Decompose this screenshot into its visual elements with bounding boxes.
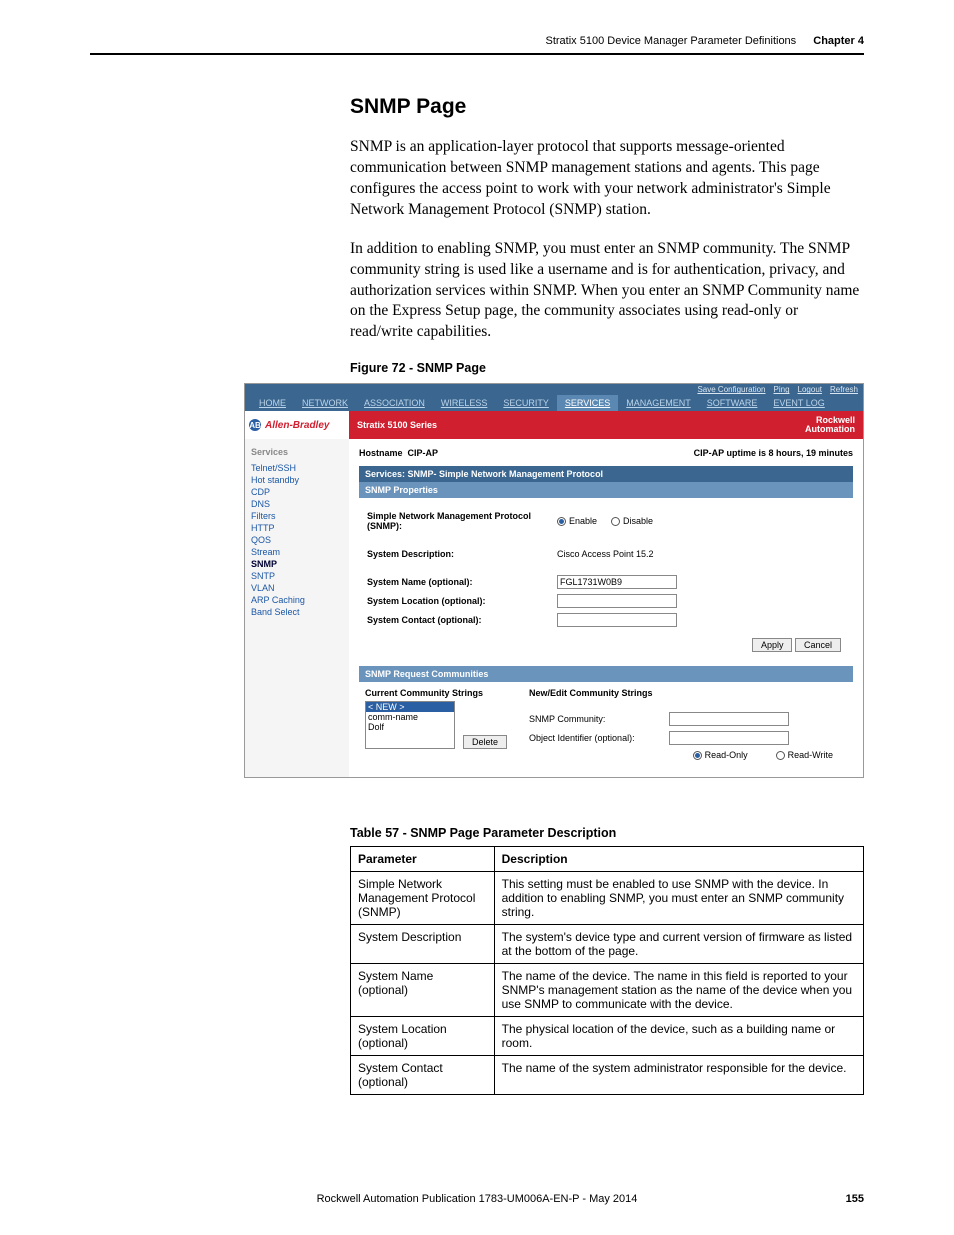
table-row: System Name (optional)The name of the de… (351, 964, 864, 1017)
sidebar-header: Services (251, 447, 343, 457)
main-menu: HOME NETWORK ASSOCIATION WIRELESS SECURI… (245, 395, 863, 411)
sidebar-stream[interactable]: Stream (251, 547, 343, 557)
uptime-text: CIP-AP uptime is 8 hours, 19 minutes (694, 448, 853, 458)
sidebar-band-select[interactable]: Band Select (251, 607, 343, 617)
community-item-new[interactable]: < NEW > (366, 702, 454, 712)
apply-button[interactable]: Apply (752, 638, 793, 652)
menu-home[interactable]: HOME (251, 395, 294, 411)
snmp-enable-radio[interactable]: Enable (557, 516, 597, 526)
section-title: SNMP Page (350, 95, 864, 119)
sidebar-http[interactable]: HTTP (251, 523, 343, 533)
system-name-input[interactable] (557, 575, 677, 589)
running-title: Stratix 5100 Device Manager Parameter De… (546, 35, 797, 47)
system-location-label: System Location (optional): (367, 596, 557, 606)
sidebar-snmp[interactable]: SNMP (251, 559, 343, 569)
sidebar-sntp[interactable]: SNTP (251, 571, 343, 581)
object-identifier-label: Object Identifier (optional): (529, 733, 669, 743)
header-rule (90, 53, 864, 55)
sidebar-dns[interactable]: DNS (251, 499, 343, 509)
figure-caption: Figure 72 - SNMP Page (350, 361, 864, 375)
system-description-label: System Description: (367, 549, 557, 559)
table-caption: Table 57 - SNMP Page Parameter Descripti… (350, 826, 864, 840)
running-header: Stratix 5100 Device Manager Parameter De… (90, 35, 864, 47)
sidebar-arp-caching[interactable]: ARP Caching (251, 595, 343, 605)
ab-text: Allen-Bradley (265, 420, 329, 431)
read-only-radio[interactable]: Read-Only (693, 750, 748, 760)
parameter-table: Parameter Description Simple Network Man… (350, 846, 864, 1095)
current-community-header: Current Community Strings (365, 688, 507, 698)
refresh-link[interactable]: Refresh (830, 385, 858, 394)
system-contact-label: System Contact (optional): (367, 615, 557, 625)
hostname-label: Hostname CIP-AP (359, 448, 438, 458)
snmp-properties-title: SNMP Properties (359, 482, 853, 498)
ab-icon: AB (249, 419, 261, 431)
community-listbox[interactable]: < NEW > comm-name Dolf (365, 701, 455, 749)
snmp-protocol-label: Simple Network Management Protocol (SNMP… (367, 511, 557, 531)
top-link-bar: Save Configuration Ping Logout Refresh (245, 384, 863, 395)
save-config-link[interactable]: Save Configuration (697, 385, 765, 394)
sidebar-qos[interactable]: QOS (251, 535, 343, 545)
snmp-screenshot: Save Configuration Ping Logout Refresh H… (244, 383, 864, 778)
system-description-value: Cisco Access Point 15.2 (557, 549, 654, 559)
community-item-1[interactable]: comm-name (366, 712, 454, 722)
menu-software[interactable]: SOFTWARE (699, 395, 766, 411)
footer-page-number: 155 (846, 1193, 864, 1205)
menu-wireless[interactable]: WIRELESS (433, 395, 496, 411)
read-write-radio[interactable]: Read-Write (776, 750, 833, 760)
page-footer: Rockwell Automation Publication 1783-UM0… (0, 1193, 954, 1205)
sidebar-cdp[interactable]: CDP (251, 487, 343, 497)
rockwell-automation-logo: Rockwell Automation (805, 416, 855, 434)
menu-eventlog[interactable]: EVENT LOG (765, 395, 832, 411)
delete-button[interactable]: Delete (463, 735, 507, 749)
logout-link[interactable]: Logout (798, 385, 822, 394)
table-header-parameter: Parameter (351, 847, 495, 872)
services-sidebar: Services Telnet/SSH Hot standby CDP DNS … (245, 439, 349, 777)
body-paragraph-2: In addition to enabling SNMP, you must e… (350, 239, 864, 344)
menu-network[interactable]: NETWORK (294, 395, 356, 411)
body-paragraph-1: SNMP is an application-layer protocol th… (350, 137, 864, 221)
table-row: System DescriptionThe system's device ty… (351, 925, 864, 964)
snmp-community-label: SNMP Community: (529, 714, 669, 724)
menu-services[interactable]: SERVICES (557, 395, 618, 411)
table-row: System Contact (optional)The name of the… (351, 1056, 864, 1095)
table-header-description: Description (494, 847, 863, 872)
community-item-2[interactable]: Dolf (366, 722, 454, 732)
ping-link[interactable]: Ping (774, 385, 790, 394)
table-row: Simple Network Management Protocol (SNMP… (351, 872, 864, 925)
running-chapter: Chapter 4 (813, 35, 864, 47)
cancel-button[interactable]: Cancel (795, 638, 841, 652)
menu-management[interactable]: MANAGEMENT (618, 395, 699, 411)
menu-security[interactable]: SECURITY (495, 395, 557, 411)
snmp-disable-radio[interactable]: Disable (611, 516, 653, 526)
allen-bradley-logo: AB Allen-Bradley (245, 411, 349, 439)
sidebar-hot-standby[interactable]: Hot standby (251, 475, 343, 485)
system-name-label: System Name (optional): (367, 577, 557, 587)
sidebar-telnet-ssh[interactable]: Telnet/SSH (251, 463, 343, 473)
footer-publication: Rockwell Automation Publication 1783-UM0… (317, 1193, 638, 1205)
table-row: System Location (optional)The physical l… (351, 1017, 864, 1056)
system-location-input[interactable] (557, 594, 677, 608)
sidebar-filters[interactable]: Filters (251, 511, 343, 521)
object-identifier-input[interactable] (669, 731, 789, 745)
product-title: Stratix 5100 Series (357, 420, 437, 430)
system-contact-input[interactable] (557, 613, 677, 627)
snmp-communities-title: SNMP Request Communities (359, 666, 853, 682)
menu-association[interactable]: ASSOCIATION (356, 395, 433, 411)
sidebar-vlan[interactable]: VLAN (251, 583, 343, 593)
snmp-community-input[interactable] (669, 712, 789, 726)
services-panel-title: Services: SNMP- Simple Network Managemen… (359, 466, 853, 482)
new-edit-community-header: New/Edit Community Strings (529, 688, 847, 698)
